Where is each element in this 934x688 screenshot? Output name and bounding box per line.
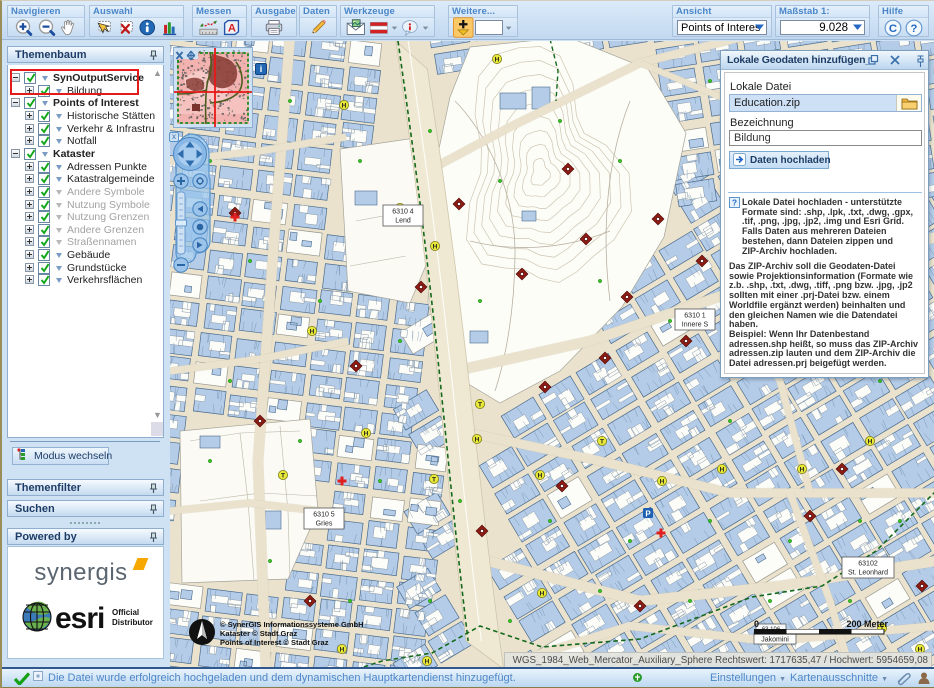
svg-text:Official: Official [112, 608, 139, 617]
svg-text:Innere S: Innere S [682, 322, 709, 329]
svg-text:H: H [720, 467, 725, 474]
svg-text:?: ? [732, 198, 737, 208]
svg-text:P: P [645, 509, 651, 518]
svg-text:H: H [660, 479, 665, 486]
svg-text:H: H [538, 473, 543, 480]
svg-text:Jakomini: Jakomini [761, 637, 789, 644]
svg-text:Distributor: Distributor [112, 618, 153, 627]
svg-text:63102: 63102 [858, 561, 878, 568]
svg-text:H: H [800, 467, 805, 474]
svg-text:?: ? [911, 23, 918, 35]
svg-text:esri: esri [55, 602, 104, 635]
svg-text:6310 5: 6310 5 [313, 512, 335, 519]
svg-text:Lend: Lend [395, 218, 411, 225]
svg-text:St. Leonhard: St. Leonhard [848, 570, 888, 577]
svg-text:6310 4: 6310 4 [392, 209, 414, 216]
svg-text:H: H [868, 439, 873, 446]
svg-text:H: H [475, 437, 480, 444]
svg-text:H: H [540, 591, 545, 598]
svg-text:H: H [340, 647, 345, 654]
svg-text:T: T [478, 402, 482, 409]
svg-text:H: H [495, 57, 500, 64]
svg-text:6310 1: 6310 1 [684, 313, 706, 320]
svg-text:H: H [433, 244, 438, 251]
svg-text:Gries: Gries [316, 521, 333, 528]
svg-text:T: T [600, 439, 604, 446]
svg-text:H: H [342, 103, 347, 110]
svg-text:C: C [889, 23, 897, 35]
svg-text:T: T [432, 477, 436, 484]
svg-text:H: H [310, 329, 315, 336]
svg-text:T: T [281, 473, 285, 480]
svg-text:A: A [228, 22, 236, 34]
svg-text:H: H [364, 431, 369, 438]
svg-text:H: H [425, 659, 430, 666]
